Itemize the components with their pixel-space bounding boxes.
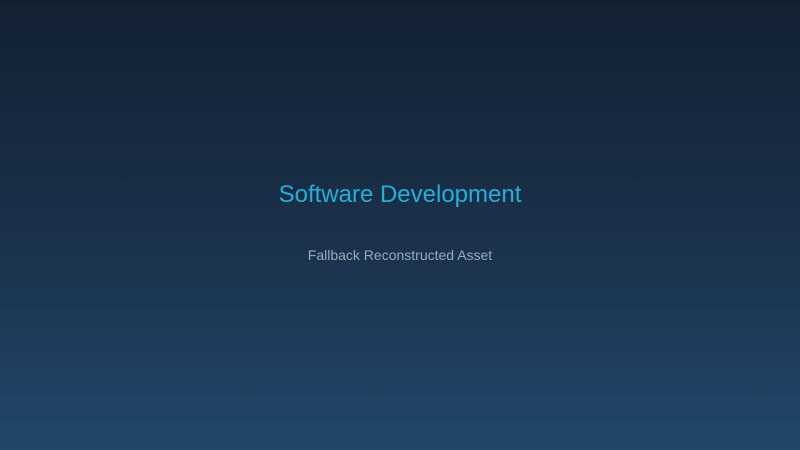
placeholder-screen: Software Development Fallback Reconstruc… — [0, 0, 800, 450]
screen-subtitle: Fallback Reconstructed Asset — [307, 247, 493, 263]
screen-title: Software Development — [278, 181, 522, 208]
